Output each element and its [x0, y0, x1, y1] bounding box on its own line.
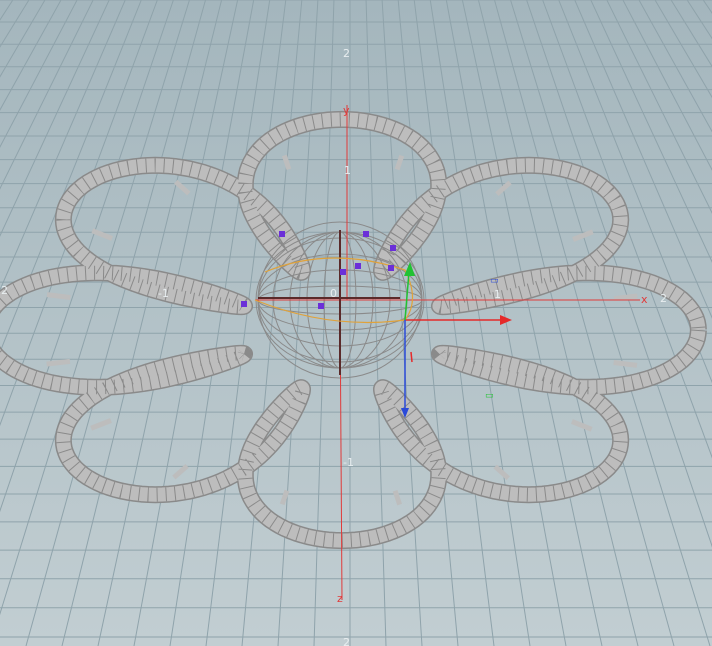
x-tick-neg-1: -1	[158, 287, 169, 300]
tube-spoke	[46, 358, 71, 367]
point-handle[interactable]	[388, 265, 394, 271]
point-handle[interactable]	[363, 231, 369, 237]
point-handle[interactable]	[279, 231, 285, 237]
3d-viewport[interactable]: x y z 0 1 2 -1 2 -1 1 2 2 ▭ ▭	[0, 0, 712, 646]
point-handle[interactable]	[355, 263, 361, 269]
blue-marker-icon: ▭	[490, 276, 499, 286]
viewport-background	[0, 0, 712, 646]
x-tick-2: 2	[660, 292, 667, 305]
x-axis-label: x	[641, 293, 648, 306]
z-tick-neg-1: -1	[343, 456, 354, 469]
y-tick-1: 1	[344, 164, 351, 177]
x-tick-neg-2: 2	[1, 284, 8, 297]
green-marker-icon: ▭	[485, 391, 494, 401]
tube-spoke	[46, 292, 71, 300]
z-axis-label: z	[337, 592, 343, 605]
gizmo-red-tick	[410, 351, 413, 363]
y-axis-label: y	[343, 104, 350, 117]
tube-spoke	[613, 360, 638, 368]
point-handle[interactable]	[318, 303, 324, 309]
point-handle[interactable]	[390, 245, 396, 251]
point-handle[interactable]	[340, 269, 346, 275]
top-tick-2: 2	[343, 47, 350, 60]
viewport-canvas[interactable]: x y z 0 1 2 -1 2 -1 1 2 2 ▭ ▭	[0, 0, 712, 646]
point-handle[interactable]	[241, 301, 247, 307]
x-tick-1: 1	[494, 288, 501, 301]
tube-spoke	[613, 293, 638, 302]
bottom-tick-2: 2	[343, 636, 350, 646]
origin-label: 0	[330, 287, 337, 300]
